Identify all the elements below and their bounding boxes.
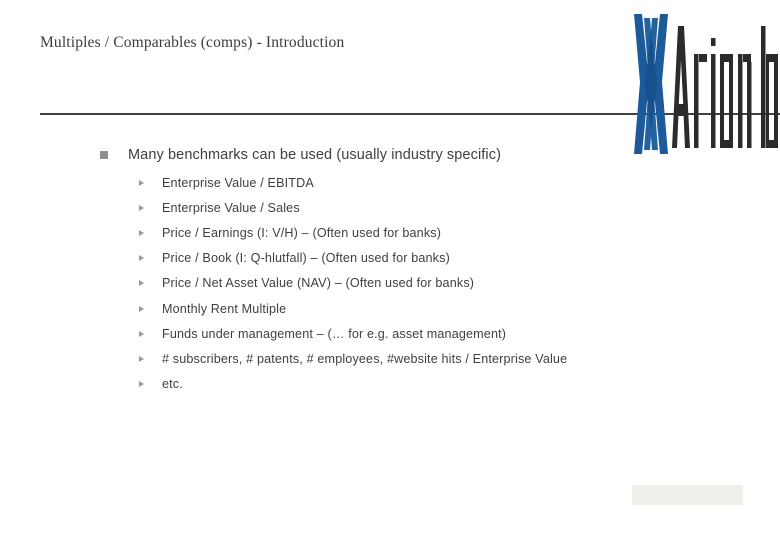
list-item-label: # subscribers, # patents, # employees, #… bbox=[162, 351, 568, 366]
list-item-label: Many benchmarks can be used (usually ind… bbox=[128, 147, 501, 163]
slide-canvas: Multiples / Comparables (comps) - Introd… bbox=[0, 0, 780, 540]
page-title: Multiples / Comparables (comps) - Introd… bbox=[40, 34, 345, 51]
list-item: Price / Earnings (I: V/H) – (Often used … bbox=[0, 220, 780, 245]
triangle-bullet-icon bbox=[139, 204, 144, 211]
logo-wordmark bbox=[672, 26, 778, 148]
arion-banki-logo bbox=[628, 8, 780, 160]
triangle-bullet-icon bbox=[139, 355, 144, 362]
triangle-bullet-icon bbox=[139, 280, 144, 287]
list-item-label: etc. bbox=[162, 377, 183, 392]
logo-mark-icon bbox=[634, 14, 668, 154]
triangle-bullet-icon bbox=[139, 305, 144, 312]
list-item-label: Price / Earnings (I: V/H) – (Often used … bbox=[162, 225, 442, 240]
list-item-label: Enterprise Value / EBITDA bbox=[162, 175, 314, 190]
list-item: Funds under management – (… for e.g. ass… bbox=[0, 321, 780, 346]
list-item-label: Price / Net Asset Value (NAV) – (Often u… bbox=[162, 276, 475, 291]
footer-placeholder bbox=[632, 485, 743, 505]
list-item: Enterprise Value / Sales bbox=[0, 195, 780, 220]
list-item-label: Price / Book (I: Q-hlutfall) – (Often us… bbox=[162, 251, 450, 266]
list-item-label: Monthly Rent Multiple bbox=[162, 301, 287, 316]
list-item: etc. bbox=[0, 372, 780, 397]
triangle-bullet-icon bbox=[139, 229, 144, 236]
triangle-bullet-icon bbox=[139, 330, 144, 337]
list-item: Price / Net Asset Value (NAV) – (Often u… bbox=[0, 271, 780, 296]
list-item: Many benchmarks can be used (usually ind… bbox=[0, 140, 780, 170]
bullet-list: Many benchmarks can be used (usually ind… bbox=[0, 140, 780, 397]
list-item: Monthly Rent Multiple bbox=[0, 296, 780, 321]
list-item: Price / Book (I: Q-hlutfall) – (Often us… bbox=[0, 246, 780, 271]
triangle-bullet-icon bbox=[139, 381, 144, 388]
square-bullet-icon bbox=[100, 151, 108, 159]
list-item-label: Enterprise Value / Sales bbox=[162, 200, 300, 215]
list-item: Enterprise Value / EBITDA bbox=[0, 170, 780, 195]
triangle-bullet-icon bbox=[139, 179, 144, 186]
list-item: # subscribers, # patents, # employees, #… bbox=[0, 346, 780, 371]
triangle-bullet-icon bbox=[139, 255, 144, 262]
list-item-label: Funds under management – (… for e.g. ass… bbox=[162, 326, 507, 341]
